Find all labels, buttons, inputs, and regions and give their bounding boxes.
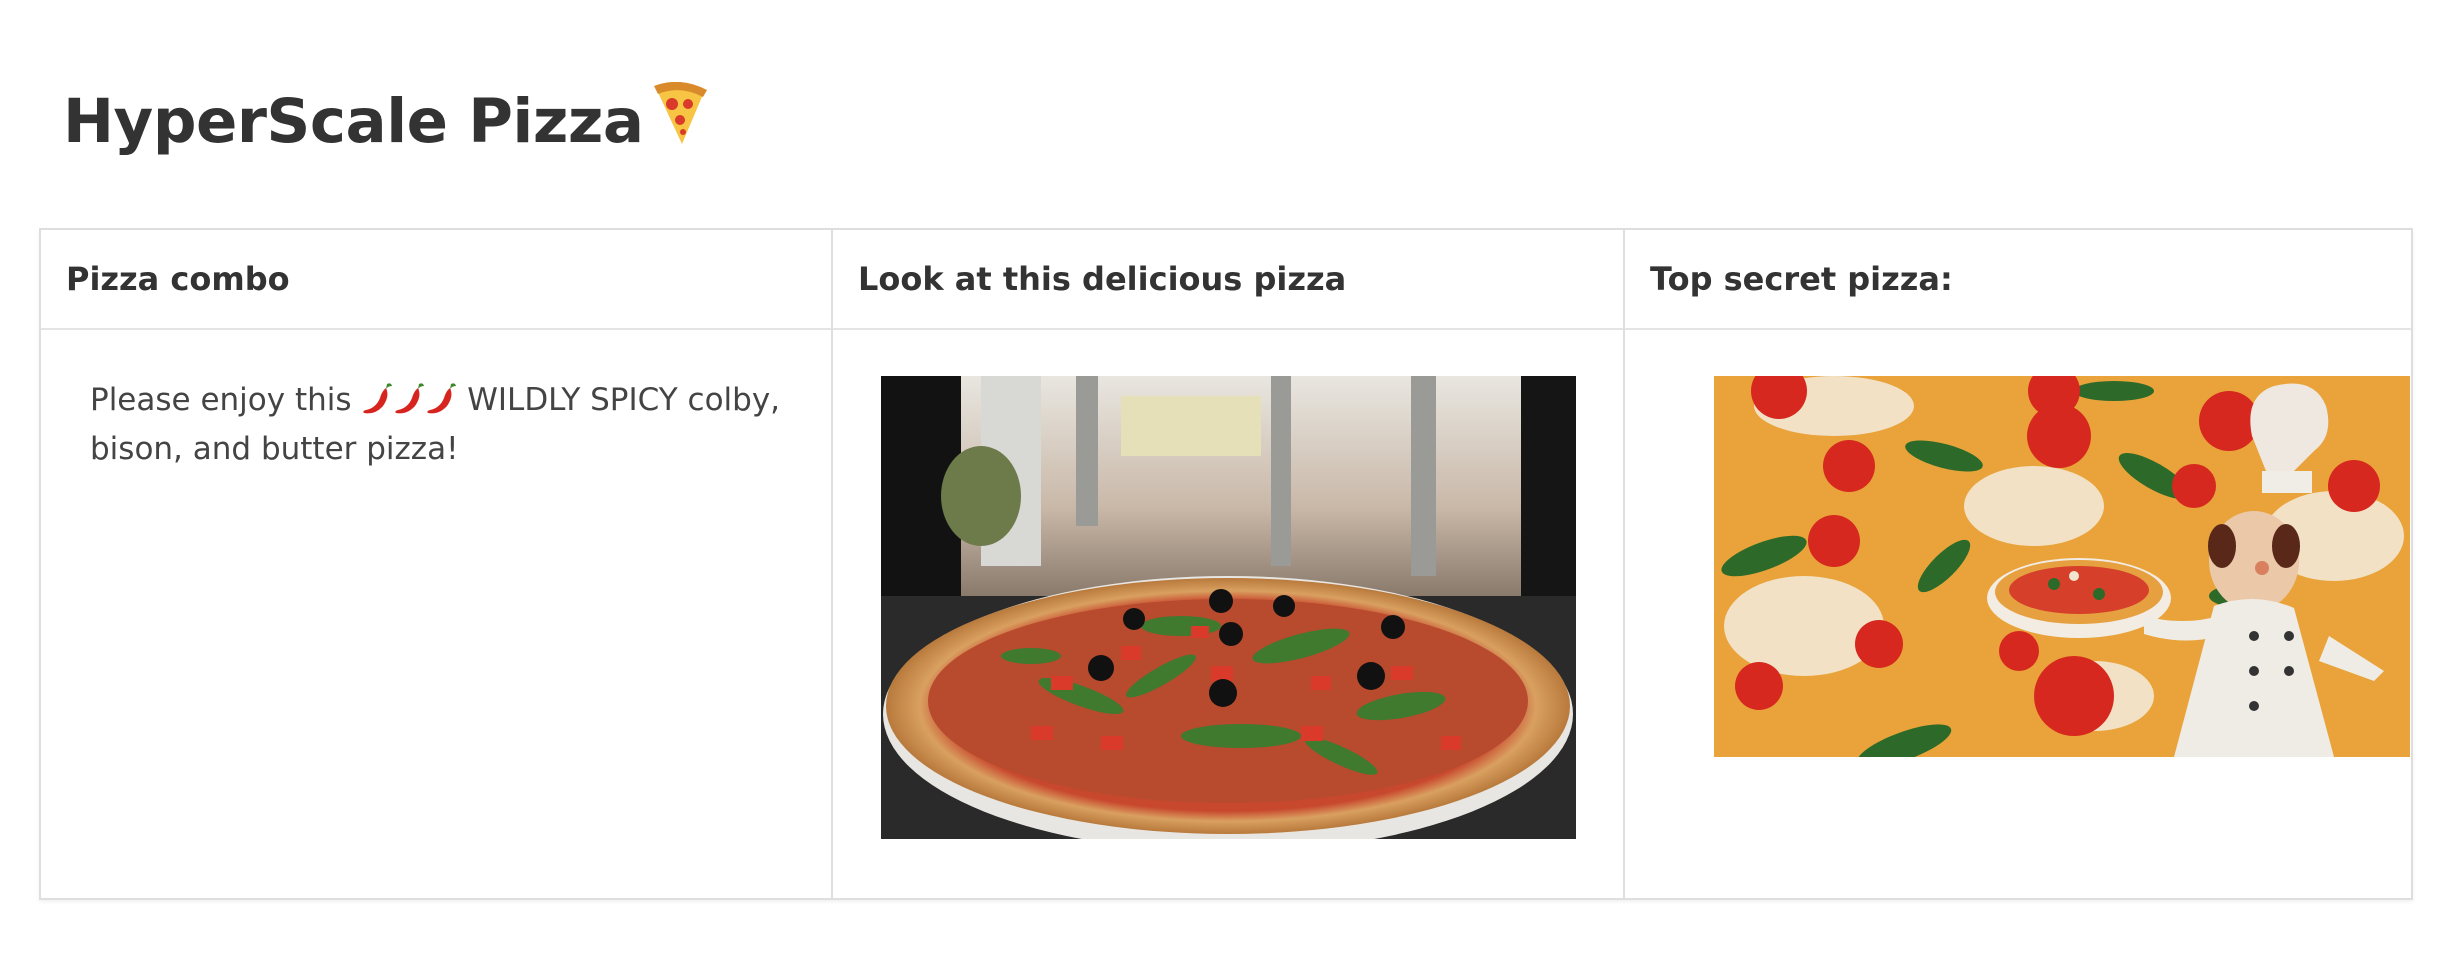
- column-top-secret-pizza: Top secret pizza:: [1625, 230, 2411, 898]
- pizza-description: Please enjoy this WILDLY SPICY colby, bi…: [90, 376, 790, 474]
- pizza-photo: [881, 376, 1576, 839]
- description-text-start: Please enjoy this: [90, 382, 352, 418]
- chili-pepper-icon: [363, 383, 393, 414]
- chili-pepper-icon: [395, 383, 425, 414]
- column-header: Top secret pizza:: [1625, 230, 2411, 330]
- pizza-slice-icon: [653, 82, 707, 144]
- chef-pizza-photo: [1714, 376, 2410, 757]
- column-header: Pizza combo: [41, 230, 831, 330]
- column-pizza-combo: Pizza combo Please enjoy this WILDLY SPI…: [41, 230, 833, 898]
- chili-pepper-icon: [427, 383, 457, 414]
- page-title-text: HyperScale Pizza: [63, 86, 644, 157]
- column-header: Look at this delicious pizza: [833, 230, 1623, 330]
- column-delicious-pizza: Look at this delicious pizza: [833, 230, 1625, 898]
- page-title: HyperScale Pizza: [63, 82, 710, 162]
- pizza-table: Pizza combo Please enjoy this WILDLY SPI…: [39, 228, 2413, 900]
